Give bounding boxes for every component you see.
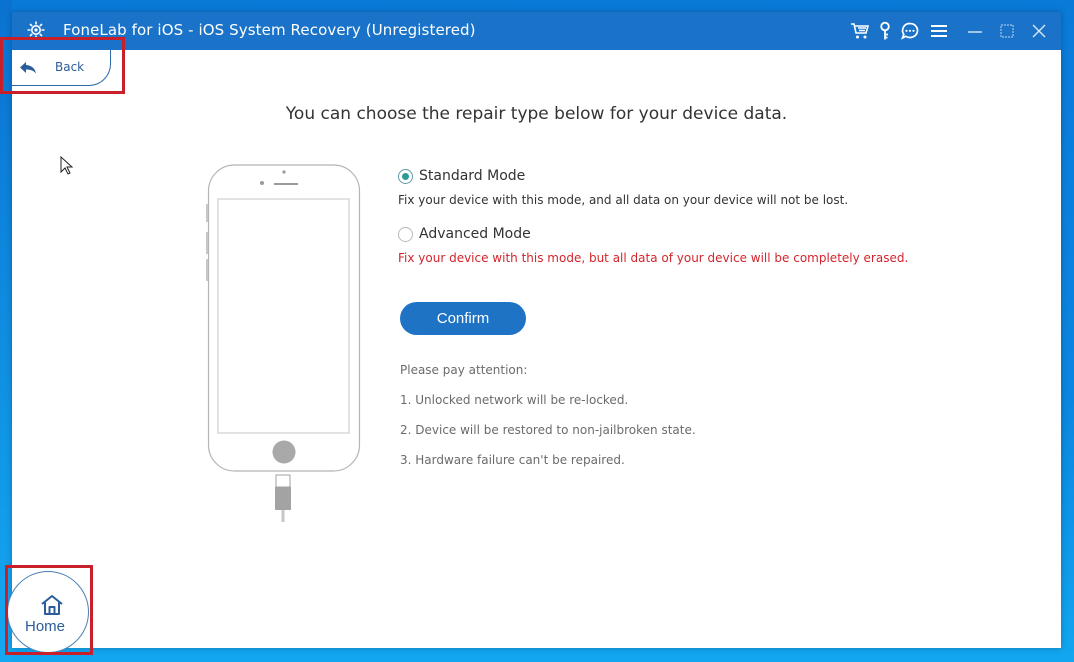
iphone-illustration — [204, 164, 384, 548]
advanced-mode-label: Advanced Mode — [419, 226, 531, 242]
chat-icon — [900, 21, 920, 41]
key-icon — [878, 21, 892, 41]
minimize-button[interactable] — [959, 17, 991, 45]
advanced-mode-warning: Fix your device with this mode, but all … — [398, 251, 909, 265]
back-button[interactable]: Back — [11, 50, 111, 86]
note-item: 1. Unlocked network will be re-locked. — [400, 393, 629, 407]
main-content: Back You can choose the repair type belo… — [7, 50, 1061, 653]
attention-notes: Please pay attention: 1. Unlocked networ… — [400, 362, 696, 482]
app-window: FoneLab for iOS - iOS System Recovery (U… — [7, 12, 1061, 653]
close-icon — [1031, 23, 1047, 39]
standard-mode-label: Standard Mode — [419, 168, 526, 184]
page-heading: You can choose the repair type below for… — [285, 104, 788, 124]
confirm-button[interactable]: Confirm — [400, 302, 526, 335]
advanced-mode-radio[interactable] — [398, 226, 413, 242]
maximize-button[interactable] — [991, 17, 1023, 45]
standard-mode-radio[interactable] — [398, 168, 413, 184]
mouse-cursor-icon — [60, 155, 74, 180]
back-label: Back — [55, 60, 85, 74]
title-bar: FoneLab for iOS - iOS System Recovery (U… — [12, 12, 1061, 50]
maximize-icon — [999, 23, 1015, 39]
repair-mode-options: Standard Mode Fix your device with this … — [398, 166, 958, 265]
note-item: 2. Device will be restored to non-jailbr… — [400, 423, 696, 437]
back-arrow-icon — [18, 60, 38, 80]
notes-title: Please pay attention: — [400, 363, 528, 377]
register-button[interactable] — [872, 17, 897, 45]
window-title: FoneLab for iOS - iOS System Recovery (U… — [63, 21, 476, 39]
home-label: Home — [25, 618, 66, 635]
title-bar-controls — [847, 12, 1061, 50]
gear-wrench-icon — [26, 20, 46, 40]
purchase-button[interactable] — [847, 17, 872, 45]
home-icon — [40, 594, 64, 620]
close-button[interactable] — [1023, 17, 1055, 45]
main-menu-button[interactable] — [926, 17, 951, 45]
menu-icon — [930, 23, 948, 39]
home-button[interactable]: Home — [7, 571, 89, 653]
cart-icon — [850, 22, 870, 40]
desktop-background — [0, 0, 12, 662]
feedback-button[interactable] — [897, 17, 922, 45]
standard-mode-description: Fix your device with this mode, and all … — [398, 193, 849, 207]
standard-mode-option[interactable]: Standard Mode — [398, 166, 958, 186]
minimize-icon — [967, 23, 983, 39]
note-item: 3. Hardware failure can't be repaired. — [400, 453, 625, 467]
advanced-mode-option[interactable]: Advanced Mode — [398, 224, 958, 244]
